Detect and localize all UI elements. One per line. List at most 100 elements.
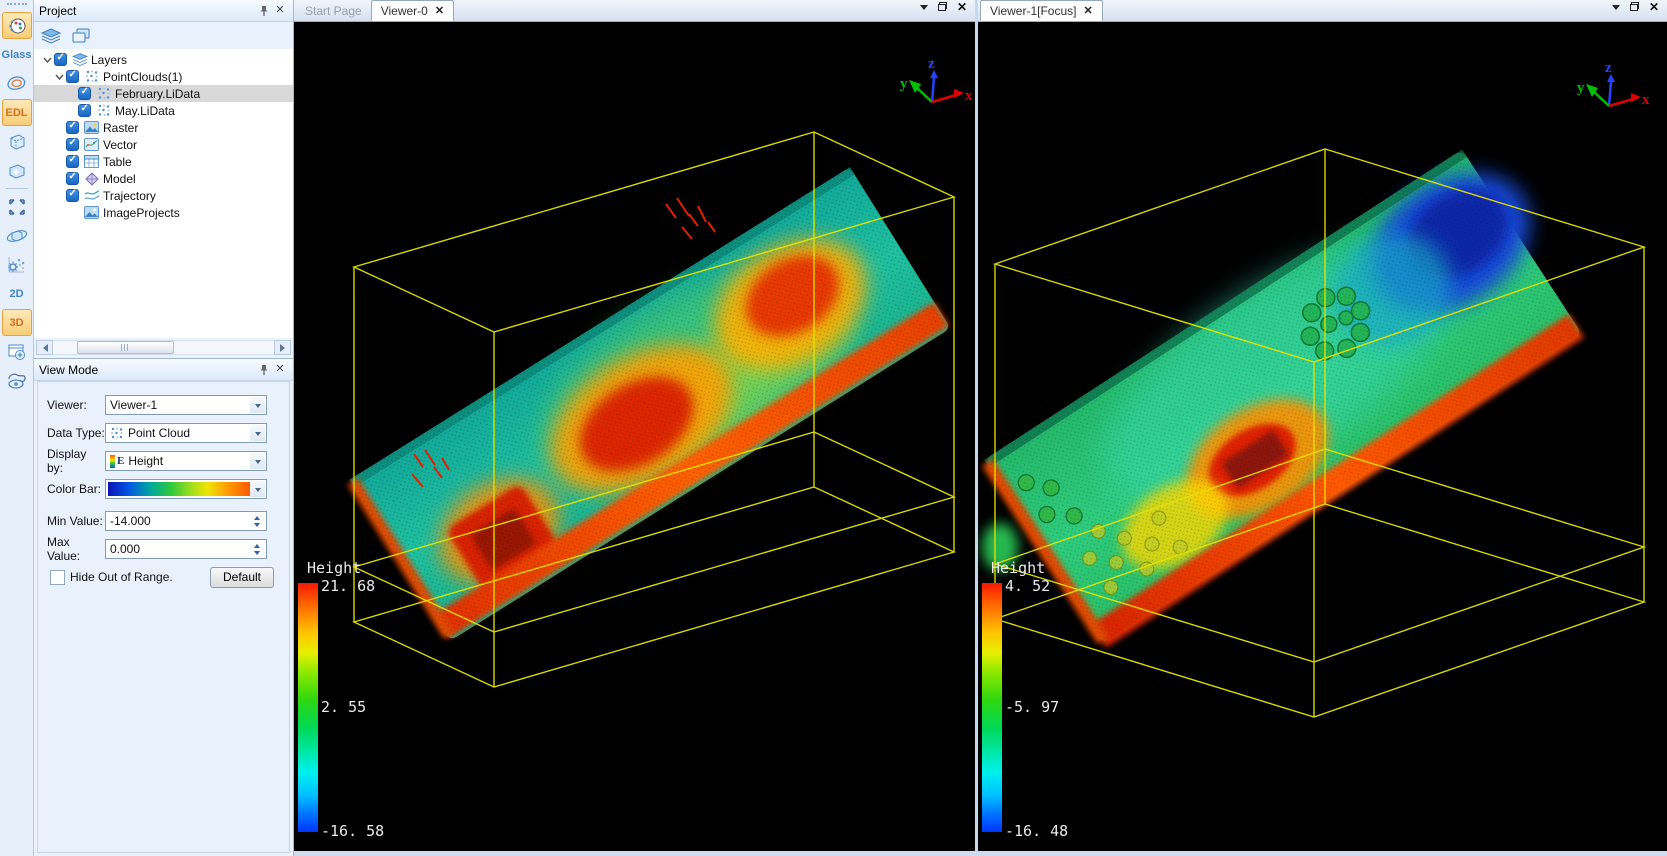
profile-view-button[interactable] xyxy=(2,367,32,394)
left-icon-toolbar: Glass EDL 2D 3D xyxy=(0,0,34,856)
tab-start-page[interactable]: Start Page xyxy=(296,0,371,21)
point-cloud-settings-button[interactable] xyxy=(2,251,32,278)
scrollbar-track[interactable] xyxy=(53,340,274,355)
expander-icon[interactable] xyxy=(53,74,66,80)
tab-list-dropdown-icon[interactable] xyxy=(1611,4,1620,14)
point-cloud-may xyxy=(982,149,1585,648)
tree-label: Raster xyxy=(103,120,139,135)
project-toolbar xyxy=(34,22,293,50)
chevron-down-icon[interactable] xyxy=(250,481,265,497)
tree-row-vector[interactable]: Vector xyxy=(34,136,293,153)
tree-label: February.LiData xyxy=(115,86,201,101)
checkbox[interactable] xyxy=(66,69,79,83)
window-add-icon xyxy=(7,342,27,362)
viewer-select[interactable]: Viewer-1 xyxy=(105,395,267,415)
tree-row-trajectory[interactable]: Trajectory xyxy=(34,187,293,204)
default-button[interactable]: Default xyxy=(210,566,274,588)
checkbox[interactable] xyxy=(78,103,91,117)
toolbar-drag-handle[interactable] xyxy=(6,3,27,8)
chevron-down-icon[interactable] xyxy=(250,453,265,469)
contour-button[interactable] xyxy=(2,70,32,97)
float-window-icon[interactable] xyxy=(1629,2,1639,11)
tree-row-model[interactable]: Model xyxy=(34,170,293,187)
checkbox[interactable] xyxy=(66,137,79,151)
tree-row-imageprojects[interactable]: ImageProjects xyxy=(34,204,293,221)
tab-close-button[interactable]: ✕ xyxy=(1083,4,1092,17)
min-value-text: -14.000 xyxy=(110,514,151,528)
view-2d-button[interactable]: 2D xyxy=(2,280,32,307)
full-extent-button[interactable] xyxy=(2,193,32,220)
palette-button[interactable] xyxy=(1,12,32,39)
hide-out-of-range-checkbox[interactable] xyxy=(50,569,65,585)
axis-x-label: x xyxy=(965,88,973,104)
tree-row-table[interactable]: Table xyxy=(34,153,293,170)
close-pane-icon[interactable]: ✕ xyxy=(1649,1,1659,13)
viewer0-scene: y z x xyxy=(347,56,973,688)
model-icon xyxy=(83,171,100,186)
chevron-down-icon[interactable] xyxy=(250,397,265,413)
tree-label: Table xyxy=(103,154,132,169)
view-3d-button[interactable]: 3D xyxy=(1,309,32,336)
float-window-icon[interactable] xyxy=(937,2,947,11)
viewer1-tabstrip: Viewer-1[Focus] ✕ ✕ xyxy=(978,0,1667,22)
viewer1-viewport[interactable]: y z x Height 4. 52 -5. 97 -16. 48 xyxy=(978,22,1667,851)
close-pane-icon[interactable]: ✕ xyxy=(957,1,967,13)
scroll-left-button[interactable] xyxy=(36,340,53,355)
checkbox[interactable] xyxy=(78,86,91,100)
close-icon[interactable]: ✕ xyxy=(272,3,288,18)
pin-icon[interactable] xyxy=(256,362,272,377)
tree-row-february-lidata[interactable]: February.LiData xyxy=(34,85,293,102)
layers-stack-button[interactable] xyxy=(37,24,64,47)
viewer0-viewport[interactable]: y z x Height 21. 68 2. 55 -16. 58 xyxy=(294,22,975,851)
max-value-input[interactable]: 0.000 xyxy=(105,539,267,559)
glass-button-label: Glass xyxy=(1,48,32,61)
axis-z-label: z xyxy=(1605,60,1612,76)
axis-x-label: x xyxy=(1642,92,1650,108)
tree-row-pointclouds[interactable]: PointClouds(1) xyxy=(34,68,293,85)
scrollbar-thumb[interactable] xyxy=(77,341,174,354)
axis-y-label: y xyxy=(1577,80,1585,96)
tree-label: Model xyxy=(103,171,136,186)
glass-button[interactable]: Glass xyxy=(2,41,32,68)
pin-icon[interactable] xyxy=(256,3,272,18)
scroll-right-button[interactable] xyxy=(274,340,291,355)
checkbox[interactable] xyxy=(66,171,79,185)
orbit-view-button[interactable] xyxy=(2,222,32,249)
tab-label: Start Page xyxy=(305,3,362,18)
tab-list-dropdown-icon[interactable] xyxy=(919,4,928,14)
tab-close-button[interactable]: ✕ xyxy=(435,4,444,17)
checkbox[interactable] xyxy=(66,188,79,202)
tree-row-may-lidata[interactable]: May.LiData xyxy=(34,102,293,119)
checkbox[interactable] xyxy=(66,120,79,134)
max-value-label: Max Value: xyxy=(47,535,81,563)
spinner-buttons[interactable] xyxy=(249,513,265,529)
new-window-button[interactable] xyxy=(2,338,32,365)
cross-section-button[interactable] xyxy=(2,128,32,155)
expander-icon[interactable] xyxy=(41,57,54,63)
tree-row-layers[interactable]: Layers xyxy=(34,51,293,68)
color-bar-select[interactable] xyxy=(105,479,267,499)
display-by-value: Height xyxy=(128,454,164,468)
tree-row-raster[interactable]: Raster xyxy=(34,119,293,136)
tab-viewer-1-focus[interactable]: Viewer-1[Focus] ✕ xyxy=(980,0,1103,21)
clip-box-button[interactable] xyxy=(2,157,32,184)
window-bottom-border xyxy=(294,851,1667,856)
min-value-input[interactable]: -14.000 xyxy=(105,511,267,531)
data-type-select[interactable]: Point Cloud xyxy=(105,423,267,443)
project-panel: Project ✕ Layers PointClouds(1) xyxy=(34,0,294,359)
spinner-buttons[interactable] xyxy=(249,541,265,557)
close-icon[interactable]: ✕ xyxy=(272,362,288,377)
data-type-value: Point Cloud xyxy=(128,426,191,440)
display-by-select[interactable]: E Height xyxy=(105,451,267,471)
image-icon xyxy=(83,205,100,220)
checkbox[interactable] xyxy=(54,52,67,66)
table-icon xyxy=(83,154,100,169)
view-mode-title: View Mode xyxy=(39,362,99,377)
horizontal-scrollbar[interactable] xyxy=(36,340,291,355)
tab-viewer-0[interactable]: Viewer-0 ✕ xyxy=(370,0,455,21)
chevron-down-icon[interactable] xyxy=(250,425,265,441)
tree-label: Layers xyxy=(91,52,128,67)
layer-copy-button[interactable] xyxy=(67,24,94,47)
checkbox[interactable] xyxy=(66,154,79,168)
edl-button[interactable]: EDL xyxy=(1,99,32,126)
